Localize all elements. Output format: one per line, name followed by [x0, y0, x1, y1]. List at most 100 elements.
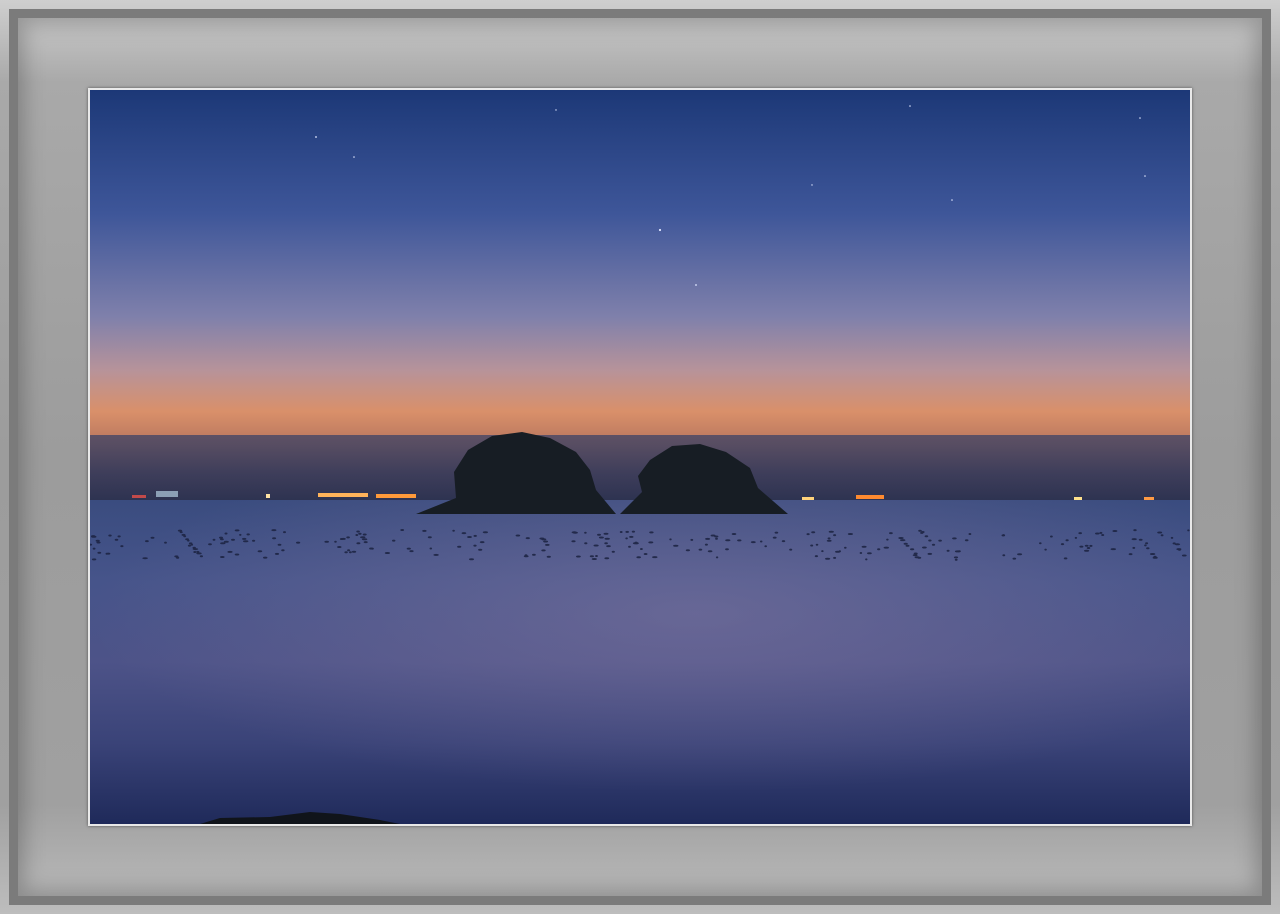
- buoy: [825, 557, 831, 560]
- buoy: [263, 556, 268, 559]
- buoy: [296, 541, 301, 544]
- buoy: [828, 530, 834, 533]
- buoy: [457, 545, 462, 548]
- buoy: [1074, 536, 1078, 539]
- buoy: [927, 552, 933, 555]
- buoy: [591, 558, 597, 560]
- buoy: [1002, 554, 1006, 557]
- buoy: [91, 558, 97, 561]
- buoy: [571, 540, 576, 543]
- buoy: [931, 543, 936, 546]
- buoy: [810, 544, 814, 547]
- buoy: [541, 549, 546, 552]
- buoy: [648, 541, 654, 544]
- buoy: [640, 548, 643, 550]
- buoy: [598, 536, 604, 539]
- buoy: [628, 545, 631, 548]
- buoy: [1050, 535, 1053, 538]
- buoy: [339, 538, 344, 540]
- buoy: [337, 546, 342, 548]
- buoy: [361, 538, 368, 541]
- buoy: [690, 538, 694, 541]
- buoy: [1187, 529, 1190, 532]
- buoy: [349, 551, 352, 554]
- buoy: [212, 538, 216, 541]
- buoy: [1001, 534, 1006, 537]
- buoy: [1101, 534, 1105, 536]
- buoy: [234, 529, 240, 532]
- buoy: [1084, 549, 1090, 552]
- buoy: [772, 536, 777, 539]
- buoy: [1145, 542, 1149, 545]
- buoy: [685, 549, 691, 552]
- buoy: [525, 537, 530, 540]
- buoy: [861, 545, 867, 548]
- buoy: [1160, 534, 1164, 537]
- buoy: [142, 557, 148, 560]
- buoy: [120, 545, 124, 548]
- buoy: [183, 535, 187, 538]
- buoy: [704, 543, 708, 546]
- buoy: [815, 543, 819, 546]
- buoy: [954, 550, 961, 553]
- buoy: [277, 543, 282, 546]
- buoy: [1170, 536, 1174, 539]
- buoy: [928, 539, 932, 542]
- buoy: [1128, 553, 1133, 556]
- buoy: [324, 540, 329, 543]
- buoy: [114, 538, 119, 541]
- buoy: [1181, 554, 1187, 557]
- buoy: [918, 529, 922, 532]
- buoy: [595, 555, 598, 557]
- buoy: [347, 549, 351, 552]
- buoy: [1079, 545, 1084, 548]
- buoy: [362, 533, 367, 536]
- buoy: [774, 531, 779, 534]
- buoy: [433, 553, 439, 556]
- buoy: [1149, 553, 1156, 555]
- buoy: [912, 554, 918, 557]
- buoy: [649, 531, 654, 534]
- buoy: [190, 543, 194, 546]
- buoy: [835, 550, 841, 553]
- buoy: [356, 542, 361, 545]
- buoy: [606, 545, 611, 548]
- buoy: [886, 538, 889, 541]
- buoy: [117, 535, 121, 538]
- buoy: [634, 542, 639, 545]
- buoy: [243, 540, 249, 543]
- buoy: [242, 537, 247, 540]
- buoy: [900, 539, 906, 542]
- buoy: [814, 555, 819, 558]
- buoy: [429, 547, 433, 550]
- buoy: [220, 538, 224, 541]
- buoy: [597, 533, 601, 536]
- buoy: [625, 530, 629, 533]
- buoy: [479, 541, 485, 544]
- buoy: [187, 539, 190, 542]
- buoy: [355, 534, 359, 536]
- buoy: [515, 534, 521, 537]
- buoy: [1039, 542, 1042, 545]
- buoy: [95, 539, 100, 542]
- buoy: [97, 551, 102, 554]
- buoy: [669, 538, 672, 541]
- buoy: [234, 553, 240, 556]
- buoy: [914, 556, 920, 559]
- buoy: [461, 532, 467, 535]
- buoy: [1044, 548, 1047, 551]
- buoy: [478, 548, 483, 551]
- buoy: [208, 543, 212, 546]
- buoy: [1178, 548, 1181, 551]
- buoy: [889, 532, 893, 535]
- buoy: [473, 534, 477, 537]
- buoy: [750, 541, 756, 544]
- buoy: [239, 533, 242, 536]
- buoy: [108, 534, 112, 537]
- sea-reflection: [90, 500, 1190, 824]
- buoy: [360, 536, 366, 539]
- buoy: [698, 548, 703, 551]
- buoy: [1089, 544, 1093, 547]
- buoy: [924, 535, 929, 538]
- buoy: [1017, 553, 1023, 556]
